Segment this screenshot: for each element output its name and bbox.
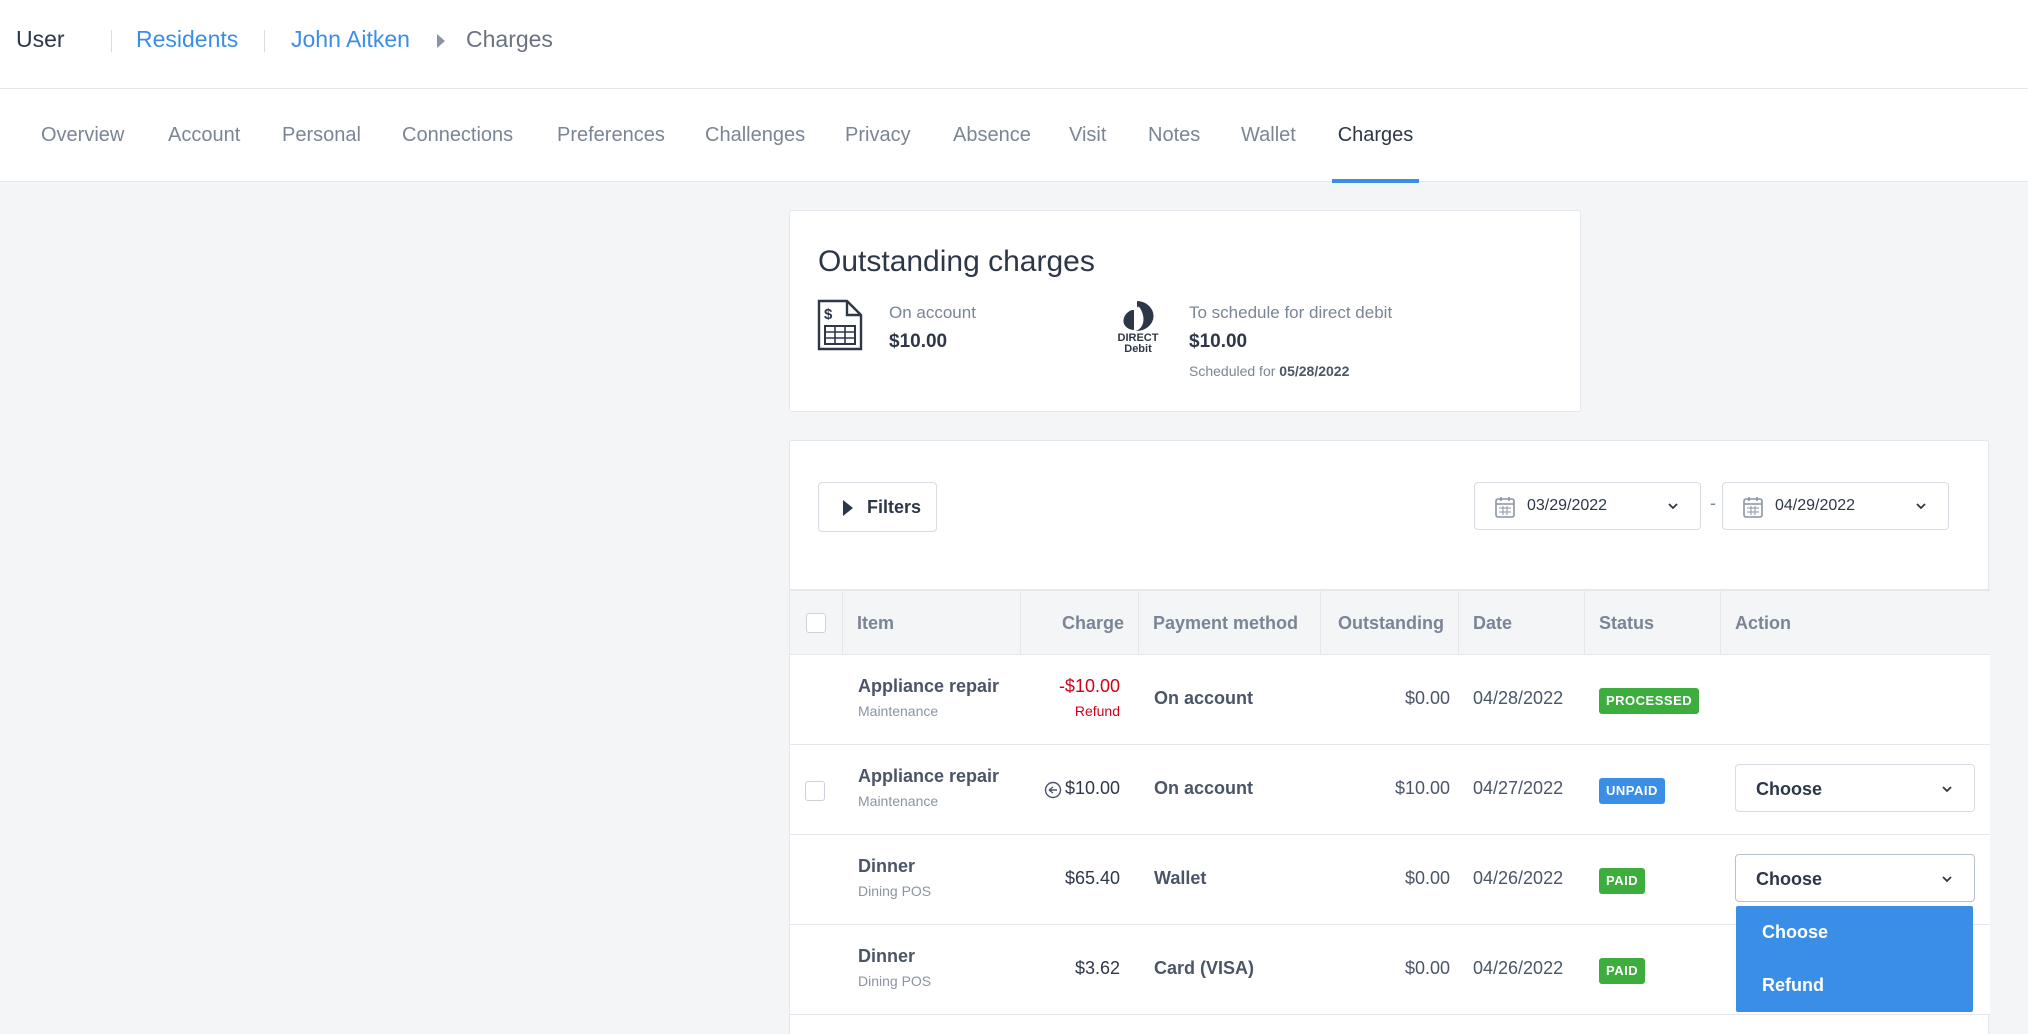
chevron-down-icon — [1668, 503, 1678, 510]
column-header-date[interactable]: Date — [1459, 591, 1585, 655]
outstanding-amount: $10.00 — [1394, 778, 1450, 798]
item-name: Dinner — [858, 946, 916, 966]
status-badge: PAID — [1599, 958, 1646, 984]
item-category: Dining POS — [858, 883, 932, 899]
direct-debit-logo-text: DIRECT Debit — [1117, 332, 1159, 355]
scheduled-note: Scheduled for 05/28/2022 — [1189, 363, 1349, 379]
action-select-value: Choose — [1756, 779, 1823, 799]
calendar-icon — [1495, 497, 1515, 518]
tab-connections[interactable]: Connections — [394, 89, 521, 182]
item-category: Dining POS — [858, 973, 932, 989]
outstanding-charges-card: Outstanding charges $ On account $10.00 … — [789, 210, 1581, 412]
tab-privacy[interactable]: Privacy — [837, 89, 919, 182]
item-name: Dinner — [858, 856, 916, 876]
payment-method: Card (VISA) — [1154, 958, 1255, 978]
date-to-picker[interactable]: 04/29/2022 — [1722, 482, 1949, 530]
chevron-down-icon — [1942, 876, 1952, 883]
action-select-value: Choose — [1756, 869, 1823, 889]
tab-personal[interactable]: Personal — [274, 89, 369, 182]
filters-button[interactable]: Filters — [818, 482, 937, 532]
breadcrumb-resident-name[interactable]: John Aitken — [291, 26, 410, 53]
breadcrumb-arrow-icon — [437, 34, 445, 48]
calendar-icon — [1743, 497, 1763, 518]
table-row: Appliance repair Maintenance -$10.00 Ref… — [790, 655, 1990, 745]
tab-account[interactable]: Account — [160, 89, 248, 182]
charge-amount: -$10.00 — [1058, 676, 1120, 696]
date-to-value: 04/29/2022 — [1775, 497, 1856, 514]
breadcrumb-residents[interactable]: Residents — [136, 26, 238, 53]
scheduled-date: 05/28/2022 — [1279, 363, 1350, 379]
column-header-payment-method[interactable]: Payment method — [1139, 591, 1321, 655]
tab-notes[interactable]: Notes — [1140, 89, 1208, 182]
charge-date: 04/28/2022 — [1473, 688, 1564, 708]
payment-method: On account — [1154, 778, 1254, 798]
app-label: User — [16, 26, 65, 52]
charge-note: Refund — [1074, 703, 1120, 719]
direct-debit-label: To schedule for direct debit — [1189, 303, 1393, 322]
tab-charges[interactable]: Charges — [1332, 89, 1419, 183]
item-name: Appliance repair — [858, 766, 1000, 786]
action-dropdown-menu: Choose Refund — [1736, 906, 1973, 1012]
chevron-down-icon — [1916, 503, 1926, 510]
row-checkbox[interactable] — [805, 781, 825, 801]
charge-date: 04/26/2022 — [1473, 868, 1564, 888]
history-icon[interactable] — [1044, 781, 1062, 799]
date-from-value: 03/29/2022 — [1527, 497, 1608, 514]
column-header-outstanding[interactable]: Outstanding — [1321, 591, 1459, 655]
outstanding-amount: $0.00 — [1404, 868, 1450, 888]
column-header-charge[interactable]: Charge — [1021, 591, 1139, 655]
svg-text:$: $ — [824, 306, 833, 323]
status-badge: PROCESSED — [1599, 688, 1700, 714]
dropdown-option-refund[interactable]: Refund — [1736, 959, 1973, 1012]
tab-bar: Overview Account Personal Connections Pr… — [0, 89, 2028, 183]
select-all-cell — [790, 591, 843, 655]
payment-method: Wallet — [1154, 868, 1207, 888]
scheduled-prefix: Scheduled for — [1189, 363, 1276, 379]
tab-overview[interactable]: Overview — [33, 89, 132, 182]
action-select[interactable]: Choose — [1735, 764, 1975, 812]
charge-amount: $3.62 — [1074, 958, 1120, 978]
select-all-checkbox[interactable] — [806, 613, 826, 633]
column-header-item[interactable]: Item — [843, 591, 1021, 655]
tab-absence[interactable]: Absence — [945, 89, 1039, 182]
status-badge: PAID — [1599, 868, 1646, 894]
item-category: Maintenance — [858, 793, 939, 809]
tab-challenges[interactable]: Challenges — [697, 89, 813, 182]
tab-preferences[interactable]: Preferences — [549, 89, 673, 182]
charge-date: 04/27/2022 — [1473, 778, 1564, 798]
date-range-separator: - — [1710, 493, 1716, 513]
charge-amount: $65.40 — [1064, 868, 1120, 888]
tab-visit[interactable]: Visit — [1061, 89, 1114, 182]
item-category: Maintenance — [858, 703, 939, 719]
invoice-icon: $ — [817, 299, 863, 356]
outstanding-amount: $0.00 — [1404, 958, 1450, 978]
outstanding-amount: $0.00 — [1404, 688, 1450, 708]
item-name: Appliance repair — [858, 676, 1000, 696]
column-header-status[interactable]: Status — [1585, 591, 1721, 655]
tab-wallet[interactable]: Wallet — [1233, 89, 1304, 182]
filters-label: Filters — [867, 497, 922, 517]
caret-right-icon — [843, 500, 853, 516]
summary-title: Outstanding charges — [818, 245, 1095, 278]
charge-date: 04/26/2022 — [1473, 958, 1564, 978]
chevron-down-icon — [1942, 786, 1952, 793]
action-select[interactable]: Choose — [1735, 854, 1975, 902]
on-account-label: On account — [889, 303, 976, 322]
table-header: Item Charge Payment method Outstanding D… — [790, 589, 1990, 655]
column-header-action: Action — [1735, 613, 1791, 633]
date-from-picker[interactable]: 03/29/2022 — [1474, 482, 1701, 530]
table-row: Appliance repair Maintenance $10.00 On a… — [790, 745, 1990, 835]
charge-amount: $10.00 — [1064, 778, 1120, 798]
top-bar: User Residents John Aitken Charges — [0, 0, 2028, 89]
divider — [111, 30, 112, 52]
divider — [264, 30, 265, 52]
payment-method: On account — [1154, 688, 1254, 708]
breadcrumb-current: Charges — [466, 26, 553, 52]
dropdown-option-choose[interactable]: Choose — [1736, 906, 1973, 959]
direct-debit-value: $10.00 — [1189, 331, 1248, 352]
status-badge: UNPAID — [1599, 778, 1665, 804]
on-account-value: $10.00 — [889, 331, 948, 352]
